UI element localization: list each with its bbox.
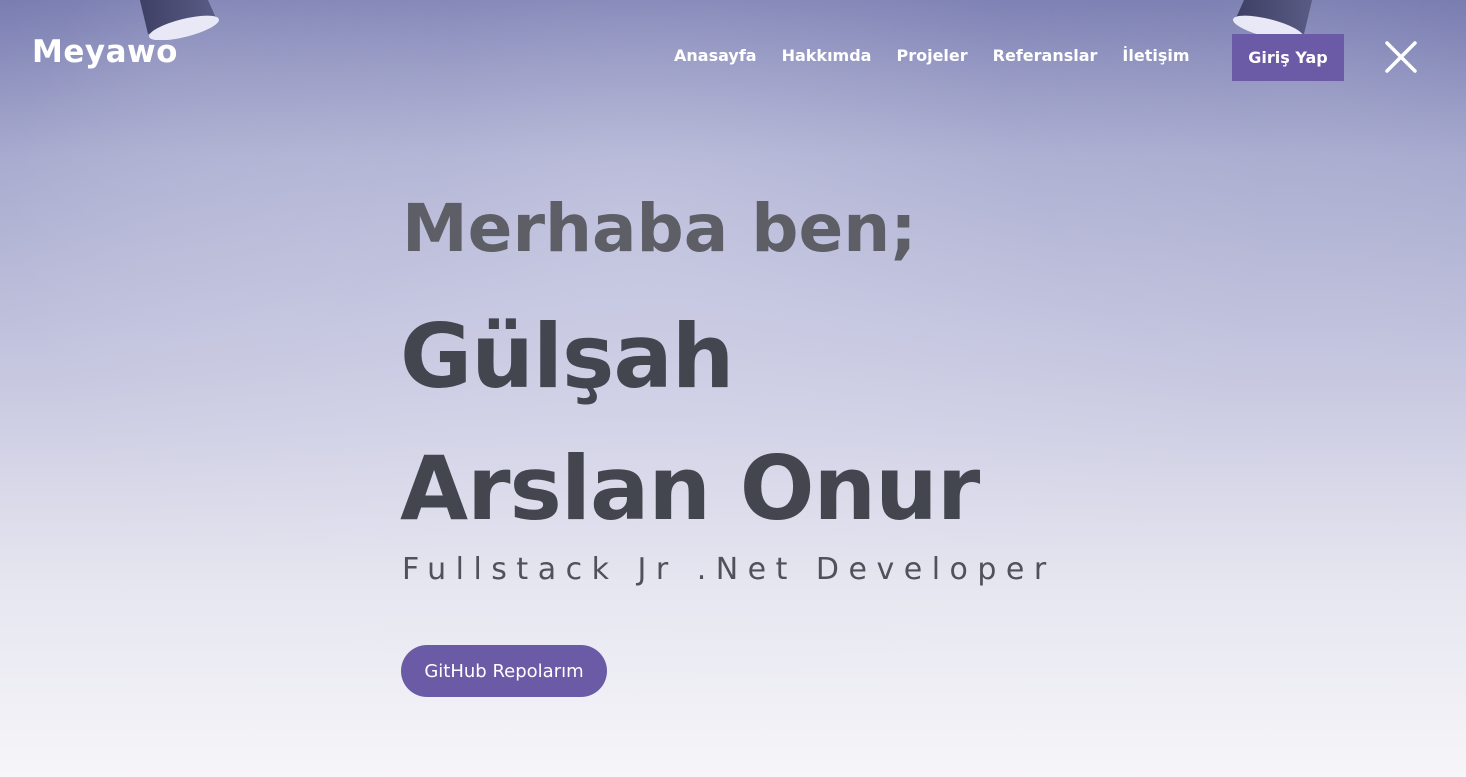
nav-item-anasayfa[interactable]: Anasayfa xyxy=(674,46,757,65)
hero-greeting: Merhaba ben; xyxy=(402,190,917,267)
github-repos-button[interactable]: GitHub Repolarım xyxy=(401,645,607,697)
nav-item-hakkimda[interactable]: Hakkımda xyxy=(782,46,872,65)
nav-item-iletisim[interactable]: İletişim xyxy=(1122,46,1189,65)
hero-name-first: Gülşah xyxy=(400,305,734,408)
nav-item-referanslar[interactable]: Referanslar xyxy=(993,46,1098,65)
main-nav: Anasayfa Hakkımda Projeler Referanslar İ… xyxy=(674,46,1190,65)
hero-role: Fullstack Jr .Net Developer xyxy=(402,552,1056,587)
close-icon[interactable] xyxy=(1384,40,1418,74)
nav-item-projeler[interactable]: Projeler xyxy=(896,46,967,65)
hero-name-last: Arslan Onur xyxy=(400,437,980,540)
site-logo[interactable]: Meyawo xyxy=(32,34,178,70)
login-button[interactable]: Giriş Yap xyxy=(1232,34,1344,81)
